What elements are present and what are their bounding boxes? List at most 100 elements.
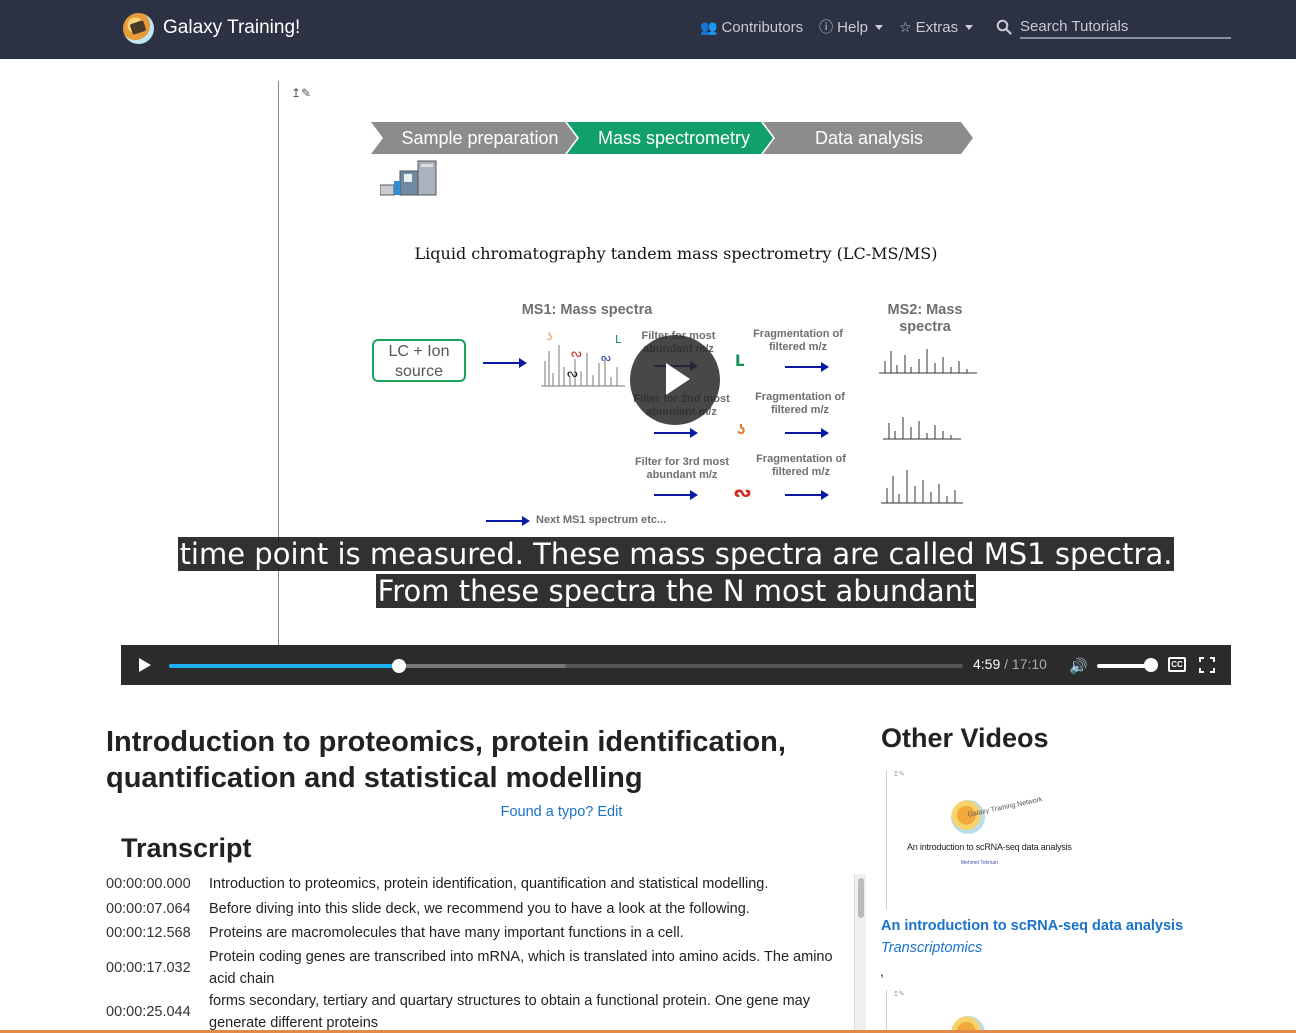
thumbnail-caption: An introduction to scRNA-seq data analys… bbox=[907, 842, 1072, 852]
edit-typo-label[interactable]: Found a typo? Edit bbox=[501, 804, 623, 820]
transcript-text: Proteins are macromolecules that have ma… bbox=[209, 925, 684, 942]
transcript-timestamp[interactable]: 00:00:12.568 bbox=[106, 922, 209, 944]
video-category-link[interactable]: Transcriptomics bbox=[881, 940, 982, 956]
svg-text:ᔓ: ᔓ bbox=[601, 352, 611, 364]
fragment-orange: ʖ bbox=[737, 421, 746, 438]
transcript-list[interactable]: 00:00:00.000 Introduction to proteomics, … bbox=[106, 872, 866, 1032]
ms1-label: MS1: Mass spectra bbox=[521, 302, 653, 318]
transcript-timestamp[interactable]: 00:00:00.000 bbox=[106, 873, 209, 895]
video-captions: time point is measured. These mass spect… bbox=[121, 536, 1231, 610]
big-play-button[interactable] bbox=[630, 335, 720, 425]
transcript-scrollbar-thumb[interactable] bbox=[858, 878, 864, 918]
arrow bbox=[654, 428, 698, 438]
nav-extras-label: Extras bbox=[915, 18, 959, 36]
video-player[interactable]: ↥✎ Sample preparation Mass spectrometry … bbox=[121, 81, 1231, 685]
thumbnail-edit-icon: ↥✎ bbox=[893, 771, 905, 778]
next-ms1-label: Next MS1 spectrum etc... bbox=[536, 514, 667, 526]
workflow-step-data-analysis: Data analysis bbox=[814, 127, 924, 148]
arrow bbox=[785, 362, 829, 372]
transcript-row[interactable]: 00:00:07.064 Before diving into this slid… bbox=[106, 897, 866, 922]
thumbnail-edit-icon: ↥✎ bbox=[893, 991, 905, 998]
transcript-heading: Transcript bbox=[121, 833, 252, 863]
fullscreen-icon[interactable] bbox=[1199, 657, 1215, 673]
play-icon[interactable] bbox=[139, 658, 151, 672]
thumbnail-author: Mehmet Tekman bbox=[961, 860, 998, 866]
transcript-text: forms secondary, tertiary and quartary s… bbox=[209, 992, 810, 1031]
transcript-text: Protein coding genes are transcribed int… bbox=[209, 948, 833, 987]
caption-line-2: From these spectra the N most abundant bbox=[375, 574, 977, 608]
video-thumbnail-next[interactable]: ↥✎ bbox=[886, 990, 1131, 1030]
star-icon: ☆ bbox=[899, 18, 912, 35]
chevron-down-icon bbox=[965, 24, 974, 30]
lc-ion-source-box: LC + Ion source bbox=[372, 339, 466, 382]
video-thumbnail[interactable]: ↥✎ Galaxy Training Network An introducti… bbox=[886, 770, 1131, 910]
volume-icon[interactable]: 🔊 bbox=[1069, 657, 1088, 675]
transcript-timestamp[interactable]: 00:00:07.064 bbox=[106, 898, 209, 920]
caption-line-1: time point is measured. These mass spect… bbox=[177, 537, 1175, 571]
brand-link[interactable]: Galaxy Training! bbox=[123, 12, 300, 44]
progress-handle[interactable] bbox=[392, 659, 407, 673]
transcript-row[interactable]: 00:00:12.568 Proteins are macromolecules … bbox=[106, 921, 866, 946]
ms1-spectrum-plot: ʖ ᔓ ᔓ ᔓ ᒪ bbox=[541, 332, 625, 387]
transcript-text: Introduction to proteomics, protein iden… bbox=[209, 876, 769, 893]
workflow-banner: Sample preparation Mass spectrometry Dat… bbox=[371, 122, 981, 154]
volume-handle[interactable] bbox=[1144, 658, 1158, 672]
fragmentation-label-2: Fragmentation of filtered m/z bbox=[755, 391, 845, 416]
arrow bbox=[486, 516, 530, 526]
search-icon bbox=[996, 19, 1012, 35]
question-circle-icon: ⓘ bbox=[819, 19, 834, 35]
transcript-row[interactable]: 00:00:00.000 Introduction to proteomics, … bbox=[106, 872, 866, 897]
arrow bbox=[785, 428, 829, 438]
svg-text:ᔓ: ᔓ bbox=[567, 366, 578, 380]
nav-contributors-label: Contributors bbox=[721, 18, 804, 36]
transcript-row[interactable]: 00:00:17.032 Protein coding genes are tra… bbox=[106, 946, 866, 990]
arrow bbox=[785, 490, 829, 500]
fragmentation-label-1: Fragmentation of filtered m/z bbox=[753, 328, 843, 353]
top-navbar: Galaxy Training! 👥 Contributors ⓘ Help ☆… bbox=[0, 0, 1296, 59]
nav-help-dropdown[interactable]: ⓘ Help bbox=[819, 17, 883, 37]
svg-text:ᒪ: ᒪ bbox=[615, 334, 622, 346]
arrow bbox=[654, 490, 698, 500]
duration: 17:10 bbox=[1011, 656, 1047, 672]
ms2-spectrum-plot-2 bbox=[883, 417, 961, 440]
nav-help-label: Help bbox=[837, 18, 868, 36]
transcript-timestamp[interactable]: 00:00:17.032 bbox=[106, 957, 209, 979]
filter-label-3: Filter for 3rd most abundant m/z bbox=[634, 456, 730, 481]
brand-title: Galaxy Training! bbox=[163, 17, 301, 38]
slide-title: Liquid chromatography tandem mass spectr… bbox=[414, 244, 938, 263]
chevron-down-icon bbox=[875, 24, 883, 30]
captions-icon[interactable]: CC bbox=[1168, 657, 1186, 672]
transcript-timestamp[interactable]: 00:00:25.044 bbox=[106, 1001, 209, 1023]
ms2-spectrum-plot-3 bbox=[881, 470, 963, 504]
progress-bar[interactable] bbox=[169, 659, 963, 673]
workflow-step-sample-preparation: Sample preparation bbox=[401, 127, 559, 148]
ms2-spectrum-plot-1 bbox=[879, 349, 977, 374]
video-title-link[interactable]: An introduction to scRNA-seq data analys… bbox=[881, 918, 1183, 934]
mass-spectrometer-icon bbox=[380, 160, 437, 196]
arrow bbox=[483, 358, 527, 368]
nav-contributors[interactable]: 👥 Contributors bbox=[700, 19, 803, 36]
ms2-label: MS2: Mass spectra bbox=[887, 302, 963, 335]
fragment-green: ᒪ bbox=[735, 353, 745, 370]
galaxy-logo-icon bbox=[123, 12, 154, 44]
nav-extras-dropdown[interactable]: ☆ Extras bbox=[899, 18, 974, 36]
current-time: 4:59 bbox=[973, 656, 1001, 672]
volume-slider[interactable] bbox=[1097, 664, 1151, 668]
search-input[interactable] bbox=[1020, 15, 1231, 39]
transcript-scrollbar[interactable] bbox=[854, 874, 866, 1032]
users-icon: 👥 bbox=[700, 18, 718, 35]
time-display: 4:59 / 17:10 bbox=[973, 656, 1047, 672]
other-videos-heading: Other Videos bbox=[881, 723, 1049, 753]
transcript-text: Before diving into this slide deck, we r… bbox=[209, 900, 750, 917]
workflow-step-mass-spectrometry: Mass spectrometry bbox=[597, 127, 751, 148]
slide-edit-icon[interactable]: ↥✎ bbox=[291, 86, 311, 100]
page-title: Introduction to proteomics, protein iden… bbox=[106, 726, 786, 794]
video-controls: 4:59 / 17:10 🔊 CC bbox=[121, 645, 1231, 685]
fragment-red: ᔓ bbox=[734, 484, 752, 501]
fragmentation-label-3: Fragmentation of filtered m/z bbox=[756, 453, 846, 478]
progress-played bbox=[169, 664, 400, 668]
svg-text:ᔓ: ᔓ bbox=[571, 346, 582, 360]
video-separator: , bbox=[880, 963, 884, 979]
transcript-row[interactable]: 00:00:25.044 forms secondary, tertiary an… bbox=[106, 990, 866, 1033]
svg-text:ʖ: ʖ bbox=[547, 332, 552, 343]
